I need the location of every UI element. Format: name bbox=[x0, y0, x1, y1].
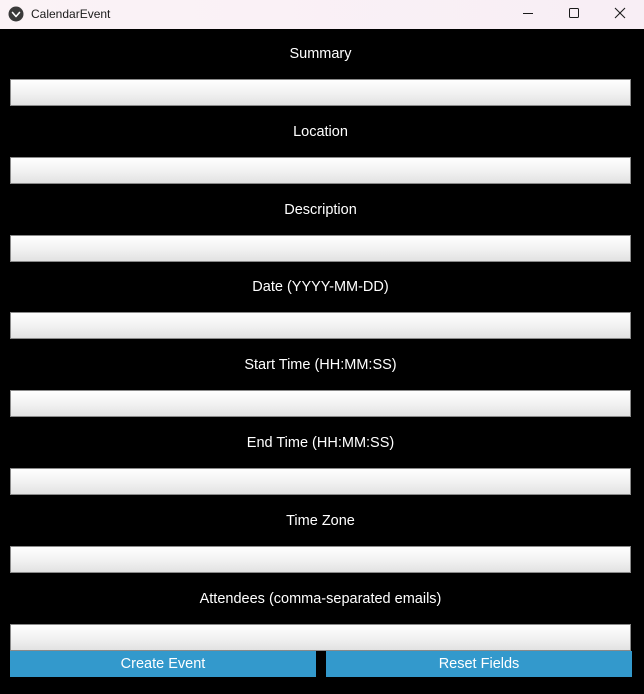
maximize-icon bbox=[568, 6, 580, 24]
description-input[interactable] bbox=[10, 235, 631, 262]
event-form: Summary Location Description Date (YYYY-… bbox=[0, 29, 644, 694]
description-label: Description bbox=[284, 202, 357, 218]
time-zone-label: Time Zone bbox=[286, 513, 355, 529]
summary-input[interactable] bbox=[10, 79, 631, 106]
close-button[interactable] bbox=[597, 0, 643, 29]
attendees-input[interactable] bbox=[10, 624, 631, 651]
location-input[interactable] bbox=[10, 157, 631, 184]
close-icon bbox=[614, 6, 626, 24]
date-label: Date (YYYY-MM-DD) bbox=[252, 279, 389, 295]
date-input[interactable] bbox=[10, 312, 631, 339]
window-title: CalendarEvent bbox=[31, 7, 111, 21]
end-time-input[interactable] bbox=[10, 468, 631, 495]
start-time-input[interactable] bbox=[10, 390, 631, 417]
create-event-button[interactable]: Create Event bbox=[10, 651, 316, 677]
minimize-icon bbox=[522, 6, 534, 24]
summary-label: Summary bbox=[289, 46, 352, 62]
reset-fields-button[interactable]: Reset Fields bbox=[326, 651, 632, 677]
start-time-label: Start Time (HH:MM:SS) bbox=[244, 357, 397, 373]
time-zone-input[interactable] bbox=[10, 546, 631, 573]
maximize-button[interactable] bbox=[551, 0, 597, 29]
app-logo-icon bbox=[8, 6, 24, 22]
location-label: Location bbox=[293, 124, 348, 140]
app-window: CalendarEvent Summary Location Descripti… bbox=[0, 0, 644, 694]
end-time-label: End Time (HH:MM:SS) bbox=[246, 435, 395, 451]
attendees-label: Attendees (comma-separated emails) bbox=[199, 591, 442, 607]
minimize-button[interactable] bbox=[505, 0, 551, 29]
title-bar[interactable]: CalendarEvent bbox=[0, 0, 644, 29]
